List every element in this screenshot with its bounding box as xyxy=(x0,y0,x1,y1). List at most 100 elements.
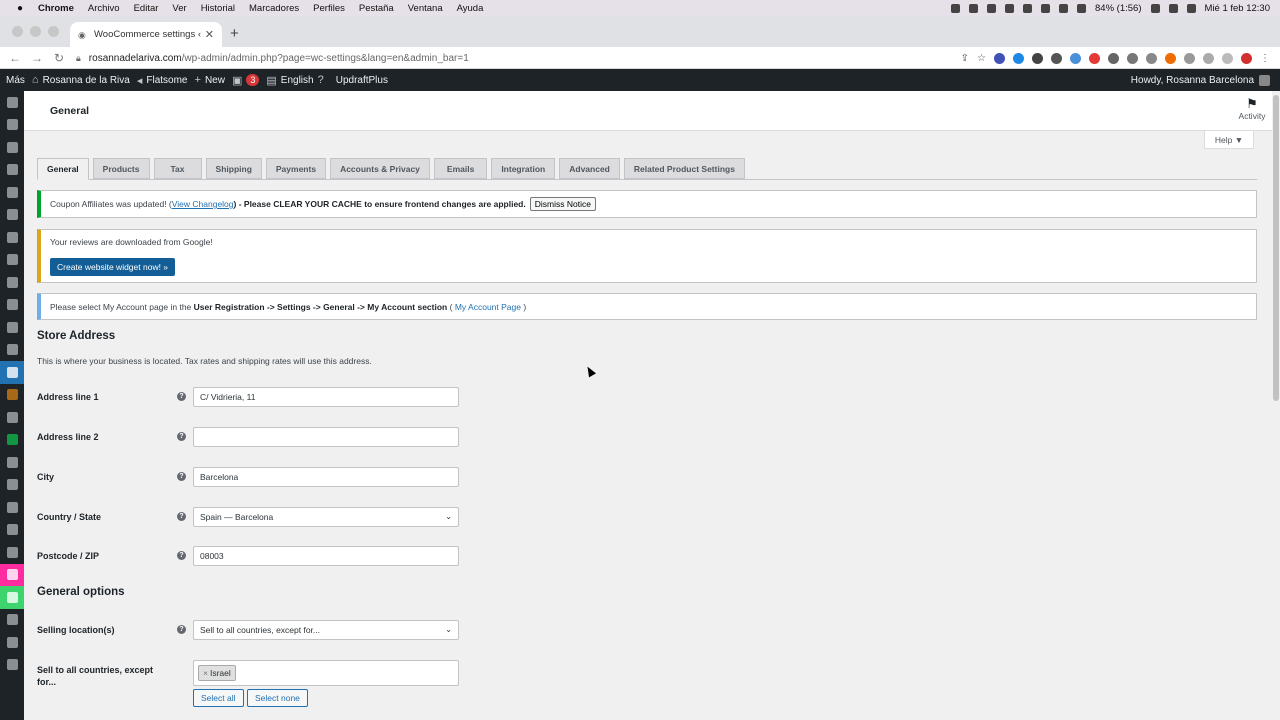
share-icon[interactable]: ⇪ xyxy=(961,53,969,64)
menu-archivo[interactable]: Archivo xyxy=(88,3,120,14)
remove-chip-icon[interactable]: × xyxy=(203,668,208,678)
forward-arrow-icon[interactable]: → xyxy=(26,51,48,65)
tab-shipping[interactable]: Shipping xyxy=(205,158,262,179)
postcode-input[interactable]: 08003 xyxy=(193,546,459,566)
sidebar-item-comments[interactable] xyxy=(0,271,24,294)
my-account-page-link[interactable]: My Account Page xyxy=(455,302,521,312)
activity-panel-button[interactable]: ⚑ Activity xyxy=(1232,97,1272,122)
country-chip[interactable]: × Israel xyxy=(198,665,236,681)
url-bar[interactable]: 🔒︎ rosannadelariva.com/wp-admin/admin.ph… xyxy=(76,50,906,66)
sidebar-item-tools[interactable] xyxy=(0,609,24,632)
extension-icon[interactable] xyxy=(1032,52,1043,64)
status-icon[interactable] xyxy=(1023,3,1033,13)
sidebar-item-search[interactable] xyxy=(0,339,24,362)
bookmark-star-icon[interactable]: ☆ xyxy=(977,53,986,64)
tab-general[interactable]: General xyxy=(37,158,89,180)
adminbar-language[interactable]: ▤ English? xyxy=(266,74,323,87)
sidebar-item-analytics[interactable] xyxy=(0,451,24,474)
extension-icon[interactable] xyxy=(1165,52,1176,64)
sidebar-item-green[interactable] xyxy=(0,429,24,452)
select-all-button[interactable]: Select all xyxy=(193,689,244,707)
menu-pestana[interactable]: Pestaña xyxy=(359,3,394,14)
except-countries-multiselect[interactable]: × Israel xyxy=(193,660,459,686)
adminbar-more[interactable]: Más xyxy=(6,75,25,86)
tab-tax[interactable]: Tax xyxy=(153,158,202,179)
minimize-window-button[interactable] xyxy=(30,26,41,37)
dismiss-notice-button[interactable]: Dismiss Notice xyxy=(529,197,596,211)
adminbar-updraftplus[interactable]: UpdraftPlus xyxy=(336,75,388,86)
battery-icon[interactable] xyxy=(1150,3,1160,13)
help-tip-icon[interactable]: ? xyxy=(177,512,186,521)
tab-emails[interactable]: Emails xyxy=(433,158,488,179)
selling-locations-select[interactable]: Sell to all countries, except for... ⌄ xyxy=(193,620,459,640)
sidebar-item-plugins[interactable] xyxy=(0,541,24,564)
sidebar-item-settings[interactable] xyxy=(0,631,24,654)
extension-icon[interactable] xyxy=(1108,52,1119,64)
clock[interactable]: Mié 1 feb 12:30 xyxy=(1205,3,1271,14)
close-window-button[interactable] xyxy=(12,26,23,37)
help-tip-icon[interactable]: ? xyxy=(177,551,186,560)
status-icon[interactable] xyxy=(951,3,961,13)
view-changelog-link[interactable]: View Changelog xyxy=(172,199,234,209)
tab-related-product-settings[interactable]: Related Product Settings xyxy=(623,158,745,179)
status-icon[interactable] xyxy=(1005,3,1015,13)
wifi-icon[interactable] xyxy=(1168,3,1178,13)
puzzle-icon[interactable] xyxy=(1184,52,1195,64)
sidebar-item-copy[interactable] xyxy=(0,249,24,272)
new-tab-icon[interactable]: + xyxy=(230,25,239,42)
tab-integration[interactable]: Integration xyxy=(491,158,556,179)
apple-icon[interactable]: ● xyxy=(12,3,28,14)
sidebar-item-feedback[interactable] xyxy=(0,496,24,519)
sidebar-item-appearance[interactable] xyxy=(0,519,24,542)
sidebar-item-woocommerce[interactable] xyxy=(0,361,24,384)
status-icon[interactable] xyxy=(969,3,979,13)
page-scrollbar[interactable] xyxy=(1272,91,1280,720)
extension-icon[interactable] xyxy=(1089,52,1100,64)
sidebar-item-marketing[interactable] xyxy=(0,474,24,497)
select-none-button[interactable]: Select none xyxy=(247,689,308,707)
help-tab-button[interactable]: Help ▼ xyxy=(1204,131,1254,149)
scrollbar-thumb[interactable] xyxy=(1273,95,1279,401)
sidebar-item-collapse[interactable] xyxy=(0,654,24,677)
tab-products[interactable]: Products xyxy=(92,158,150,179)
sidebar-item-posts[interactable] xyxy=(0,136,24,159)
battery-status[interactable]: 84% (1:56) xyxy=(1095,3,1141,14)
browser-menu-icon[interactable]: ⋮ xyxy=(1260,53,1270,64)
close-tab-icon[interactable]: ✕ xyxy=(205,28,214,41)
address-line-1-input[interactable]: C/ Vidrieria, 11 xyxy=(193,387,459,407)
sidebar-item-instagram[interactable] xyxy=(0,316,24,339)
sidebar-item-eye[interactable] xyxy=(0,226,24,249)
menu-ventana[interactable]: Ventana xyxy=(408,3,443,14)
menu-ayuda[interactable]: Ayuda xyxy=(457,3,484,14)
tab-advanced[interactable]: Advanced xyxy=(559,158,620,179)
help-tip-icon[interactable]: ? xyxy=(177,625,186,634)
country-state-select[interactable]: Spain — Barcelona ⌄ xyxy=(193,507,459,527)
menu-app-name[interactable]: Chrome xyxy=(38,3,74,14)
sidebar-item-pink[interactable] xyxy=(0,563,24,586)
profile-icon[interactable] xyxy=(1241,52,1252,64)
back-arrow-icon[interactable]: ← xyxy=(4,51,26,65)
city-input[interactable]: Barcelona xyxy=(193,467,459,487)
status-icon[interactable] xyxy=(987,3,997,13)
adminbar-site[interactable]: ⌂ Rosanna de la Riva xyxy=(32,74,130,86)
adminbar-updates[interactable]: ▣ 3 xyxy=(232,74,260,87)
tab-accounts-privacy[interactable]: Accounts & Privacy xyxy=(330,158,430,179)
sidebar-item-products[interactable] xyxy=(0,384,24,407)
sidebar-item-pages[interactable] xyxy=(0,204,24,227)
sidebar-icon[interactable] xyxy=(1222,52,1233,64)
menu-ver[interactable]: Ver xyxy=(172,3,186,14)
adminbar-theme[interactable]: ◂ Flatsome xyxy=(137,74,188,87)
status-icon[interactable] xyxy=(1041,3,1051,13)
search-icon[interactable] xyxy=(1186,3,1196,13)
help-tip-icon[interactable]: ? xyxy=(177,392,186,401)
sidebar-item-jetpack[interactable] xyxy=(0,114,24,137)
extension-icon[interactable] xyxy=(1013,52,1024,64)
sidebar-item-media[interactable] xyxy=(0,159,24,182)
lock-icon[interactable]: 🔒︎ xyxy=(76,53,81,64)
extension-icon[interactable] xyxy=(1070,52,1081,64)
status-icon[interactable] xyxy=(1059,3,1069,13)
reading-list-icon[interactable] xyxy=(1203,52,1214,64)
zoom-window-button[interactable] xyxy=(48,26,59,37)
extension-icon[interactable] xyxy=(1127,52,1138,64)
adminbar-new[interactable]: + New xyxy=(195,74,225,86)
